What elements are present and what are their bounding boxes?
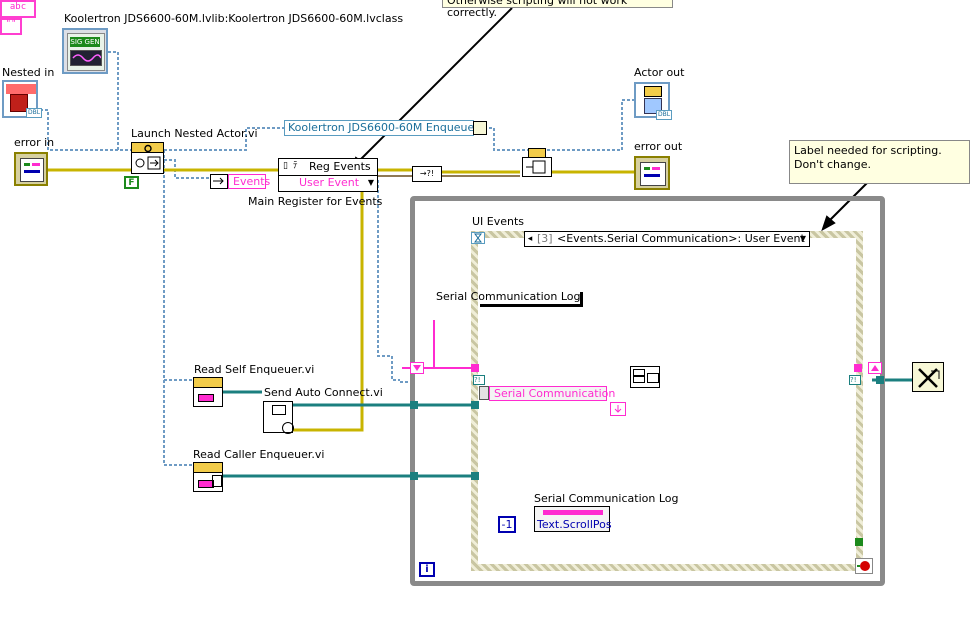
enqueuer-icon	[198, 394, 214, 402]
event-tunnel	[855, 538, 863, 546]
loop-tunnel	[410, 401, 418, 409]
event-tunnel	[854, 364, 862, 372]
nested-in-control[interactable]: DBL	[2, 80, 42, 118]
event-reg-terminal: ?!	[473, 375, 485, 385]
event-case-selector[interactable]: ◂ [3] <Events.Serial Communication>: Use…	[524, 231, 810, 247]
read-self-enqueuer-label: Read Self Enqueuer.vi	[194, 363, 315, 376]
serial-communication-constant[interactable]: Serial Communication	[489, 386, 615, 401]
loop-tunnel	[876, 376, 884, 384]
scripting-comment-right[interactable]: Label needed for scripting. Don't change…	[789, 140, 970, 184]
serial-log-property-label: Serial Communication Log	[534, 492, 679, 505]
gear-icon	[142, 143, 154, 153]
serial-log-property-node[interactable]: Text.ScrollPos	[534, 506, 612, 532]
shift-register-right[interactable]	[868, 362, 882, 374]
event-tunnel	[471, 401, 479, 409]
cluster-expand-icon	[473, 121, 487, 135]
launch-icon	[134, 155, 162, 171]
send-auto-connect-vi[interactable]	[263, 401, 294, 434]
launch-nested-actor-vi[interactable]	[131, 142, 164, 174]
reg-bolt-icon: ﾃ	[293, 161, 298, 171]
nested-actor-node[interactable]	[520, 148, 552, 178]
event-structure[interactable]	[471, 231, 863, 571]
iteration-terminal: i	[419, 562, 435, 577]
event-tunnel	[471, 472, 479, 480]
event-arrow-icon	[210, 174, 228, 189]
negative-one-constant[interactable]: -1	[498, 516, 516, 533]
timeout-hourglass-icon	[471, 232, 485, 244]
events-constant[interactable]: Events	[228, 174, 270, 189]
gear-icon	[644, 86, 662, 97]
launch-nested-actor-label: Launch Nested Actor.vi	[131, 127, 258, 140]
error-in-label: error in	[14, 136, 55, 149]
error-cluster-icon	[20, 158, 44, 182]
shift-register-left[interactable]	[410, 362, 424, 374]
class-constant[interactable]: SIG GEN	[62, 28, 108, 74]
event-refnum-node[interactable]: →?!	[412, 166, 442, 182]
enqueuer-type-constant[interactable]: Koolertron JDS6600-60M Enqueuer	[284, 120, 479, 136]
main-register-label: Main Register for Events	[248, 195, 383, 208]
line-feed-constant[interactable]	[610, 402, 626, 416]
clock-icon	[282, 422, 294, 434]
actor-output-icon	[522, 157, 552, 177]
read-caller-enqueuer-label: Read Caller Enqueuer.vi	[193, 448, 325, 461]
decrement-arrow-icon[interactable]: ◂	[525, 232, 535, 246]
document-icon	[212, 475, 222, 487]
reg-events-port[interactable]: User Event ▼	[279, 175, 377, 191]
error-cluster-icon	[640, 162, 666, 186]
error-in-control[interactable]	[14, 152, 48, 186]
dropdown-arrow-icon[interactable]: ▼	[800, 232, 806, 246]
false-constant[interactable]: F	[124, 176, 139, 189]
dropdown-arrow-icon: ▼	[367, 178, 374, 187]
scripting-comment-top[interactable]: Otherwise scripting will not work correc…	[442, 0, 673, 19]
document-icon: ▯	[283, 161, 288, 171]
read-self-enqueuer-vi[interactable]	[193, 377, 223, 407]
error-out-indicator[interactable]	[634, 156, 670, 190]
send-auto-connect-label: Send Auto Connect.vi	[264, 386, 383, 399]
event-reg-terminal: ?!	[849, 375, 861, 385]
class-constant-label: Koolertron JDS6600-60M.lvlib:Koolertron …	[64, 12, 404, 25]
stop-if-true-terminal[interactable]	[855, 558, 873, 574]
error-out-label: error out	[634, 140, 683, 153]
reg-events-node[interactable]: ▯ ﾃ Reg Events User Event ▼	[278, 158, 378, 192]
read-caller-enqueuer-vi[interactable]	[193, 462, 223, 492]
event-data-node-icon	[479, 386, 489, 400]
loop-tunnel	[410, 472, 418, 480]
envelope-icon	[272, 405, 286, 415]
serial-log-indicator-label: Serial Communication Log	[436, 290, 581, 303]
sig-gen-icon: SIG GEN	[67, 33, 105, 71]
event-tunnel	[471, 364, 479, 372]
unregister-events-node[interactable]	[912, 362, 944, 392]
label-underline	[480, 304, 580, 307]
actor-out-label: Actor out	[634, 66, 685, 79]
actor-out-indicator[interactable]: DBL	[634, 82, 672, 120]
concatenate-string-node[interactable]	[630, 366, 660, 388]
nested-in-label: Nested in	[2, 66, 55, 79]
